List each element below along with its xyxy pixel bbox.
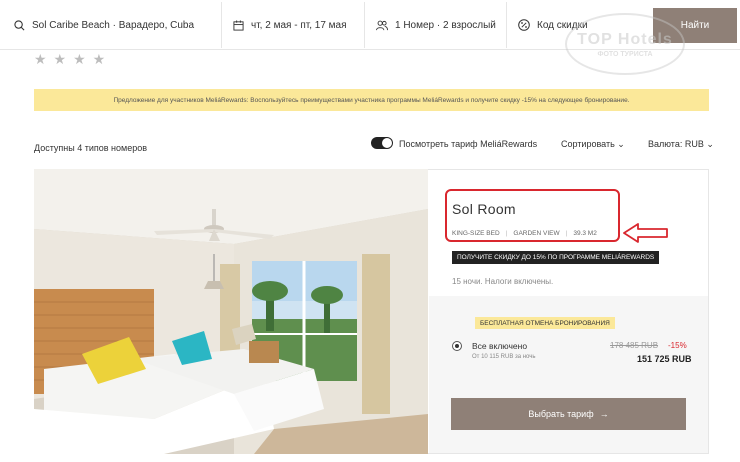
gallery-navigation: ⟵ 1 / 9 ⟶ (55, 425, 123, 436)
annotation-arrow-icon (623, 223, 668, 243)
divider (506, 2, 507, 48)
chevron-down-icon: ⌄ (706, 139, 714, 149)
final-price: 151 725 RUB (637, 354, 692, 364)
select-rate-button[interactable]: Выбрать тариф → (451, 398, 686, 430)
sort-label: Сортировать (561, 139, 615, 149)
currency-label: Валюта: RUB (648, 139, 704, 149)
destination-field[interactable]: Sol Caribe Beach · Варадеро, Cuba (14, 0, 219, 50)
room-photo (34, 169, 428, 454)
room-size: 39.3 M2 (573, 230, 597, 237)
room-title[interactable]: Sol Room (452, 201, 516, 217)
sort-dropdown[interactable]: Сортировать ⌄ (561, 139, 625, 150)
guests-value: 1 Номер · 2 взрослый (395, 19, 496, 31)
rooms-available-count: Доступны 4 типов номеров (34, 143, 148, 153)
divider (221, 2, 222, 48)
rate-name[interactable]: Все включено (472, 341, 527, 351)
percent-icon (518, 19, 530, 31)
rate-per-night: От 10 115 RUB за ночь (472, 354, 536, 360)
rewards-rate-toggle[interactable] (371, 137, 393, 149)
divider (364, 2, 365, 48)
room-view: GARDEN VIEW (513, 230, 560, 237)
rewards-discount-badge: ПОЛУЧИТЕ СКИДКУ ДО 15% ПО ПРОГРАММЕ MELI… (452, 251, 660, 264)
calendar-icon (233, 19, 244, 31)
hotel-stars: ★★★★ (34, 51, 113, 67)
dates-field[interactable]: чт, 2 мая - пт, 17 мая (233, 0, 361, 50)
watermark-subtitle: ФОТО ТУРИСТА (597, 50, 653, 58)
nights-taxes-note: 15 ночи. Налоги включены. (452, 277, 554, 286)
tophotels-watermark: TOP Hotels ФОТО ТУРИСТА (565, 13, 685, 75)
destination-value: Sol Caribe Beach · Варадеро, Cuba (32, 19, 195, 31)
search-icon (14, 19, 25, 30)
select-rate-label: Выбрать тариф (528, 409, 594, 419)
gallery-counter: 1 / 9 (79, 425, 99, 436)
room-photo-gallery[interactable] (34, 169, 428, 454)
rewards-toggle-label[interactable]: Посмотреть тариф MeliáRewards (399, 139, 537, 149)
arrow-right-icon: → (599, 409, 609, 419)
discount-percent: -15% (668, 341, 687, 350)
rewards-promo-banner: Предложение для участников MeliáRewards:… (34, 89, 709, 111)
dates-value: чт, 2 мая - пт, 17 мая (251, 19, 347, 31)
gallery-prev-arrow-icon[interactable]: ⟵ (55, 425, 69, 436)
old-price: 178 485 RUB (610, 341, 659, 350)
watermark-brand: TOP Hotels (577, 30, 673, 48)
guests-icon (376, 20, 388, 30)
free-cancellation-badge: БЕСПЛАТНАЯ ОТМЕНА БРОНИРОВАНИЯ (475, 317, 615, 329)
gallery-next-arrow-icon[interactable]: ⟶ (109, 425, 123, 436)
room-bed-type: KING-SIZE BED (452, 230, 500, 237)
chevron-down-icon: ⌄ (617, 139, 625, 149)
rate-radio-button[interactable] (452, 341, 462, 351)
guests-field[interactable]: 1 Номер · 2 взрослый (376, 0, 504, 50)
currency-dropdown[interactable]: Валюта: RUB ⌄ (648, 139, 714, 150)
room-attributes: KING-SIZE BED | GARDEN VIEW | 39.3 M2 (452, 230, 597, 237)
